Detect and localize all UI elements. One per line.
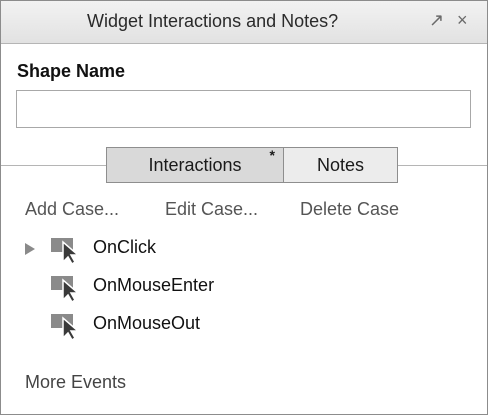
tab-interactions-label: Interactions bbox=[148, 155, 242, 175]
add-case-link[interactable]: Add Case... bbox=[25, 199, 119, 220]
event-row-onmouseout[interactable]: OnMouseOut bbox=[25, 310, 425, 340]
event-label-onmouseenter: OnMouseEnter bbox=[93, 275, 215, 295]
tab-interactions[interactable]: Interactions * bbox=[106, 147, 284, 183]
delete-case-link[interactable]: Delete Case bbox=[300, 199, 399, 220]
shape-name-input[interactable] bbox=[16, 90, 471, 128]
expand-arrow-icon[interactable] bbox=[25, 243, 35, 255]
shape-name-label: Shape Name bbox=[17, 61, 126, 81]
event-row-onclick[interactable]: OnClick bbox=[25, 234, 425, 264]
cursor-event-icon bbox=[51, 276, 81, 302]
tab-interactions-marker: * bbox=[269, 147, 275, 163]
panel-titlebar: Widget Interactions and Notes? ↗ × bbox=[1, 1, 487, 44]
event-label-onclick: OnClick bbox=[93, 237, 157, 257]
panel-title: Widget Interactions and Notes? bbox=[87, 11, 339, 31]
tab-notes-label: Notes bbox=[316, 155, 365, 175]
event-label-onmouseout: OnMouseOut bbox=[93, 313, 201, 333]
pin-icon[interactable]: ↗ bbox=[429, 10, 444, 31]
tab-notes[interactable]: Notes bbox=[283, 147, 398, 183]
close-icon[interactable]: × bbox=[457, 10, 468, 31]
edit-case-link[interactable]: Edit Case... bbox=[165, 199, 258, 220]
event-row-onmouseenter[interactable]: OnMouseEnter bbox=[25, 272, 425, 302]
more-events-link[interactable]: More Events bbox=[25, 372, 126, 393]
cursor-event-icon bbox=[51, 238, 81, 264]
cursor-event-icon bbox=[51, 314, 81, 340]
widget-interactions-panel: Widget Interactions and Notes? ↗ × Shape… bbox=[0, 0, 488, 415]
